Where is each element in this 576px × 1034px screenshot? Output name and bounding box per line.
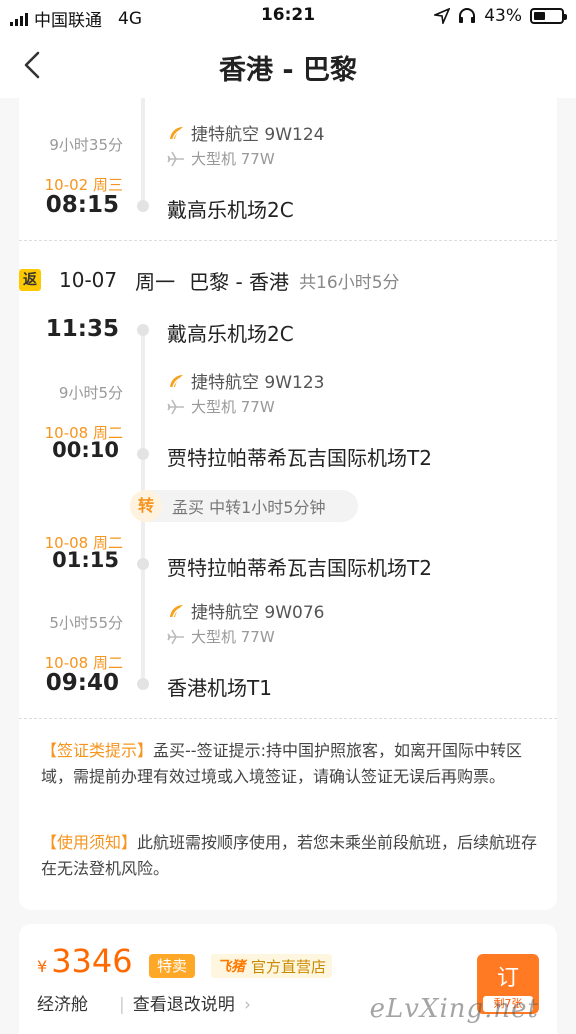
return-header: 返 10-07 周一 巴黎 - 香港 共16小时5分 bbox=[19, 266, 400, 294]
plane-icon bbox=[167, 151, 184, 166]
flight-detail-card: 9小时35分 捷特航空 9W124 大型机 77W 10-02 周三 08:15… bbox=[19, 98, 557, 910]
divider bbox=[19, 718, 557, 719]
plane-icon bbox=[167, 629, 184, 644]
airline-logo-icon bbox=[170, 126, 184, 139]
store-name: 官方直营店 bbox=[251, 957, 327, 976]
cabin-class: 经济舱 bbox=[37, 995, 88, 1015]
transfer-text: 孟买 中转1小时5分钟 bbox=[172, 498, 326, 517]
watermark: eLvXing.net bbox=[369, 994, 539, 1024]
arrive-time: 00:10 bbox=[52, 438, 119, 462]
arrive-airport: 香港机场T1 bbox=[167, 676, 272, 700]
depart-airport: 贾特拉帕蒂希瓦吉国际机场T2 bbox=[167, 556, 432, 580]
plane-label: 大型机 77W bbox=[191, 398, 275, 416]
arrive-time: 09:40 bbox=[45, 670, 119, 696]
timeline-dot bbox=[137, 558, 149, 570]
visa-notice: 【签证类提示】孟买--签证提示:持中国护照旅客，如离开国际中转区域，需提前办理有… bbox=[41, 738, 541, 790]
plane-info: 大型机 77W bbox=[167, 626, 275, 647]
flight-duration: 9小时35分 bbox=[49, 136, 123, 154]
airline-logo-icon bbox=[170, 374, 184, 387]
nav-bar: 香港 - 巴黎 bbox=[0, 32, 576, 98]
depart-time: 11:35 bbox=[45, 316, 119, 342]
refund-policy-label: 查看退改说明 bbox=[132, 995, 235, 1015]
return-total-duration: 共16小时5分 bbox=[299, 272, 400, 293]
airline-info: 捷特航空 9W076 bbox=[167, 598, 324, 623]
visa-notice-label: 【签证类提示】 bbox=[41, 741, 154, 760]
price: ¥ 3346 bbox=[37, 942, 133, 980]
plane-icon bbox=[167, 399, 184, 414]
fliggy-logo: 飞猪 bbox=[217, 959, 245, 975]
airline-label: 捷特航空 9W124 bbox=[191, 125, 325, 145]
location-arrow-icon bbox=[434, 8, 451, 24]
return-route: 巴黎 - 香港 bbox=[189, 269, 290, 294]
refund-policy-link[interactable]: | 查看退改说明 › bbox=[119, 990, 251, 1015]
airline-logo-icon bbox=[170, 604, 184, 617]
flight-duration: 5小时55分 bbox=[49, 614, 123, 632]
depart-time: 01:15 bbox=[52, 548, 119, 572]
price-amount: 3346 bbox=[51, 942, 133, 980]
depart-airport: 戴高乐机场2C bbox=[167, 322, 294, 346]
special-sale-badge: 特卖 bbox=[149, 954, 196, 978]
arrive-airport: 戴高乐机场2C bbox=[167, 198, 294, 222]
divider bbox=[19, 240, 557, 241]
headphones-icon bbox=[459, 8, 476, 23]
airline-label: 捷特航空 9W076 bbox=[191, 603, 325, 623]
timeline-dot bbox=[137, 448, 149, 460]
chevron-right-icon: › bbox=[244, 995, 251, 1015]
plane-label: 大型机 77W bbox=[191, 150, 275, 168]
airline-info: 捷特航空 9W123 bbox=[167, 368, 324, 393]
battery-icon bbox=[530, 8, 567, 24]
booking-bar: ¥ 3346 特卖 飞猪 官方直营店 经济舱 | 查看退改说明 › 订 剩7张 e… bbox=[19, 924, 557, 1034]
airline-label: 捷特航空 9W123 bbox=[191, 373, 325, 393]
arrive-time: 08:15 bbox=[45, 192, 119, 218]
plane-label: 大型机 77W bbox=[191, 628, 275, 646]
store-badge: 飞猪 官方直营店 bbox=[211, 954, 333, 978]
plane-info: 大型机 77W bbox=[167, 396, 275, 417]
return-date: 10-07 bbox=[59, 268, 118, 292]
usage-notice: 【使用须知】此航班需按顺序使用，若您未乘坐前段航班，后续航班存在无法登机风险。 bbox=[41, 830, 541, 882]
return-weekday: 周一 bbox=[135, 269, 176, 294]
status-bar: 中国联通 4G 16:21 43% bbox=[0, 0, 576, 32]
arrive-airport: 贾特拉帕蒂希瓦吉国际机场T2 bbox=[167, 446, 432, 470]
currency-symbol: ¥ bbox=[37, 957, 48, 976]
transfer-pill: 转 孟买 中转1小时5分钟 bbox=[130, 490, 358, 522]
page-title: 香港 - 巴黎 bbox=[218, 55, 357, 86]
flight-duration: 9小时5分 bbox=[58, 384, 123, 402]
timeline-dot bbox=[137, 200, 149, 212]
battery-percent: 43% bbox=[484, 6, 522, 26]
timeline-dot bbox=[137, 678, 149, 690]
usage-notice-label: 【使用须知】 bbox=[41, 833, 138, 852]
plane-info: 大型机 77W bbox=[167, 148, 275, 169]
timeline-dot bbox=[137, 324, 149, 336]
book-label: 订 bbox=[496, 966, 519, 991]
airline-info: 捷特航空 9W124 bbox=[167, 120, 324, 145]
return-badge: 返 bbox=[19, 269, 41, 291]
transfer-tag: 转 bbox=[130, 490, 162, 522]
timeline-line bbox=[141, 98, 145, 208]
